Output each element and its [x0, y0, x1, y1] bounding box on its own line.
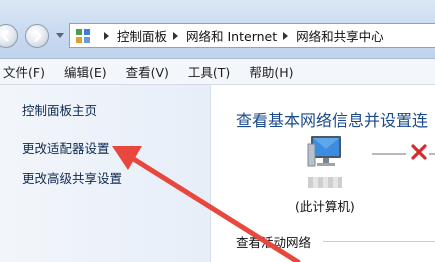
nav-link-change-adapter-settings[interactable]: 更改适配器设置 [22, 138, 110, 157]
control-panel-icon [76, 28, 90, 43]
breadcrumb[interactable]: 控制面板 网络和 Internet 网络和共享中心 [69, 23, 435, 48]
blurred-computer-name [308, 177, 342, 188]
menu-edit[interactable]: 编辑(E) [64, 62, 107, 81]
back-arrow-icon [1, 30, 9, 42]
menu-tools[interactable]: 工具(T) [188, 62, 230, 81]
menu-bar: 文件(F) 编辑(E) 查看(V) 工具(T) 帮助(H) [0, 59, 435, 85]
breadcrumb-network-sharing-center[interactable]: 网络和共享中心 [296, 26, 384, 45]
breadcrumb-network-internet[interactable]: 网络和 Internet [186, 26, 277, 45]
back-button[interactable] [0, 24, 18, 48]
section-divider [323, 241, 435, 242]
network-link-line [372, 153, 406, 155]
breadcrumb-separator-icon [283, 31, 289, 40]
navigation-pane: 控制面板主页 更改适配器设置 更改高级共享设置 [0, 85, 211, 262]
active-networks-heading: 查看活动网络 [236, 235, 312, 250]
nav-link-change-advanced-sharing[interactable]: 更改高级共享设置 [22, 168, 122, 187]
breadcrumb-separator-icon [173, 31, 179, 40]
breadcrumb-separator-icon [104, 31, 109, 40]
address-bar: 控制面板 网络和 Internet 网络和共享中心 [0, 0, 435, 59]
forward-arrow-icon [34, 30, 42, 42]
nav-link-control-panel-home[interactable]: 控制面板主页 [22, 100, 97, 119]
computer-label: (此计算机) [295, 199, 355, 214]
disconnected-x-icon [411, 144, 427, 160]
breadcrumb-control-panel[interactable]: 控制面板 [117, 26, 167, 45]
menu-file[interactable]: 文件(F) [3, 62, 45, 81]
history-dropdown-icon[interactable] [56, 33, 64, 38]
network-link-line-right [429, 153, 435, 155]
menu-help[interactable]: 帮助(H) [249, 62, 293, 81]
forward-button[interactable] [25, 24, 49, 48]
page-title: 查看基本网络信息并设置连 [236, 111, 429, 130]
main-content: 查看基本网络信息并设置连 (此计算机) 查看活动网络 [211, 85, 435, 262]
computer-icon [307, 136, 341, 167]
menu-view[interactable]: 查看(V) [126, 62, 169, 81]
